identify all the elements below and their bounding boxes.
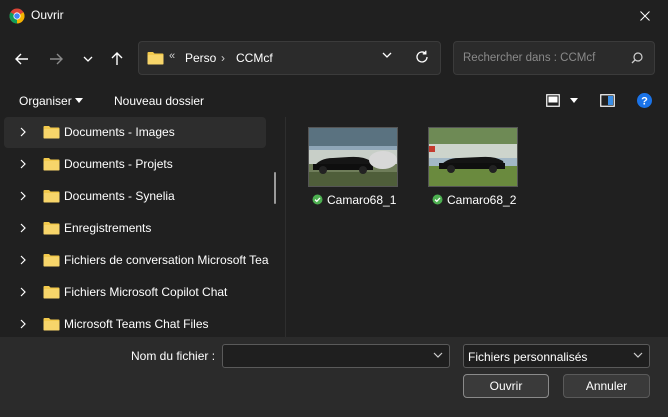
- sidebar-item-documents-images[interactable]: Documents - Images: [4, 117, 266, 148]
- search-box[interactable]: Rechercher dans : CCMcf: [453, 41, 655, 75]
- sidebar-item-label: Enregistrements: [64, 221, 152, 235]
- folder-icon: [43, 254, 60, 267]
- title-bar: Ouvrir: [0, 0, 668, 32]
- chrome-icon: [9, 8, 25, 24]
- filename-label: Nom du fichier :: [131, 349, 216, 363]
- svg-text:?: ?: [641, 95, 648, 107]
- folder-icon: [43, 286, 60, 299]
- chevron-right-icon[interactable]: [20, 159, 26, 169]
- folder-icon: [43, 222, 60, 235]
- sidebar-item-documents-projets[interactable]: Documents - Projets: [4, 149, 266, 180]
- sync-status-icon: [432, 194, 443, 205]
- sidebar-item-label: Documents - Projets: [64, 157, 173, 171]
- new-folder-button[interactable]: Nouveau dossier: [114, 94, 204, 108]
- open-button[interactable]: Ouvrir: [463, 374, 549, 398]
- chevron-down-icon[interactable]: [382, 52, 392, 58]
- file-thumbnail: [308, 127, 398, 187]
- arrow-left-icon: [15, 53, 28, 65]
- back-button[interactable]: [9, 46, 35, 72]
- file-name: Camaro68_1: [327, 193, 397, 207]
- cancel-button[interactable]: Annuler: [563, 374, 650, 398]
- recent-locations-button[interactable]: [75, 46, 101, 72]
- arrow-up-icon: [111, 52, 123, 65]
- sidebar-item-enregistrements[interactable]: Enregistrements: [4, 213, 266, 244]
- folder-icon: [43, 126, 60, 139]
- sidebar-item-label: Documents - Images: [64, 125, 175, 139]
- address-bar[interactable]: « Perso › CCMcf: [138, 41, 441, 75]
- chevron-down-icon[interactable]: [433, 352, 443, 358]
- folder-icon: [43, 318, 60, 331]
- sidebar-item-label: Fichiers Microsoft Copilot Chat: [64, 285, 228, 299]
- file-thumbnail: [428, 127, 518, 187]
- caret-down-icon[interactable]: [570, 98, 578, 103]
- arrow-right-icon: [50, 53, 63, 65]
- chevron-right-icon[interactable]: [20, 223, 26, 233]
- file-list: Camaro68_1 Camaro68_2: [286, 117, 668, 337]
- sidebar-item-teams-chat-files[interactable]: Microsoft Teams Chat Files: [4, 309, 266, 337]
- file-name: Camaro68_2: [447, 193, 517, 207]
- sidebar-item-teams-conversation-files[interactable]: Fichiers de conversation Microsoft Tea: [4, 245, 269, 276]
- sidebar-item-copilot-chat-files[interactable]: Fichiers Microsoft Copilot Chat: [4, 277, 266, 308]
- command-bar: Organiser Nouveau dossier ?: [0, 85, 668, 117]
- refresh-icon[interactable]: [415, 50, 429, 64]
- preview-pane-icon[interactable]: [600, 94, 615, 107]
- sync-status-icon: [312, 194, 323, 205]
- sidebar-scrollbar[interactable]: [274, 172, 276, 204]
- chevron-right-icon[interactable]: [20, 255, 26, 265]
- folder-icon: [43, 158, 60, 171]
- window-title: Ouvrir: [31, 8, 64, 22]
- up-button[interactable]: [104, 46, 130, 72]
- file-type-select[interactable]: Fichiers personnalisés: [463, 344, 650, 368]
- breadcrumb-perso[interactable]: Perso: [185, 51, 216, 65]
- folder-icon: [147, 52, 164, 65]
- help-icon[interactable]: ?: [637, 93, 652, 108]
- close-icon: [640, 11, 650, 21]
- search-input[interactable]: Rechercher dans : CCMcf: [463, 52, 595, 64]
- file-type-value: Fichiers personnalisés: [468, 350, 588, 364]
- close-button[interactable]: [622, 0, 668, 32]
- breadcrumb-overflow[interactable]: «: [169, 50, 175, 62]
- sidebar-item-label: Fichiers de conversation Microsoft Tea: [64, 253, 269, 267]
- folder-icon: [43, 190, 60, 203]
- organize-menu[interactable]: Organiser: [19, 94, 72, 108]
- navigation-pane: Documents - Images Documents - Projets D…: [0, 117, 284, 337]
- sidebar-item-documents-synelia[interactable]: Documents - Synelia: [4, 181, 266, 212]
- sidebar-item-label: Microsoft Teams Chat Files: [64, 317, 209, 331]
- breadcrumb-ccmcf[interactable]: CCMcf: [236, 51, 273, 65]
- sidebar-item-label: Documents - Synelia: [64, 189, 175, 203]
- chevron-right-icon[interactable]: [20, 287, 26, 297]
- filename-field[interactable]: [222, 344, 450, 368]
- caret-down-icon[interactable]: [75, 98, 83, 103]
- chevron-down-icon: [633, 352, 643, 358]
- forward-button[interactable]: [43, 46, 69, 72]
- chevron-right-icon[interactable]: [20, 319, 26, 329]
- dialog-footer: Nom du fichier : Fichiers personnalisés …: [0, 337, 668, 417]
- chevron-right-icon[interactable]: [20, 191, 26, 201]
- search-icon: [631, 52, 643, 64]
- view-options-icon[interactable]: [546, 94, 560, 107]
- chevron-right-icon[interactable]: [20, 127, 26, 137]
- breadcrumb-separator: ›: [221, 51, 225, 65]
- chevron-down-icon: [83, 56, 93, 62]
